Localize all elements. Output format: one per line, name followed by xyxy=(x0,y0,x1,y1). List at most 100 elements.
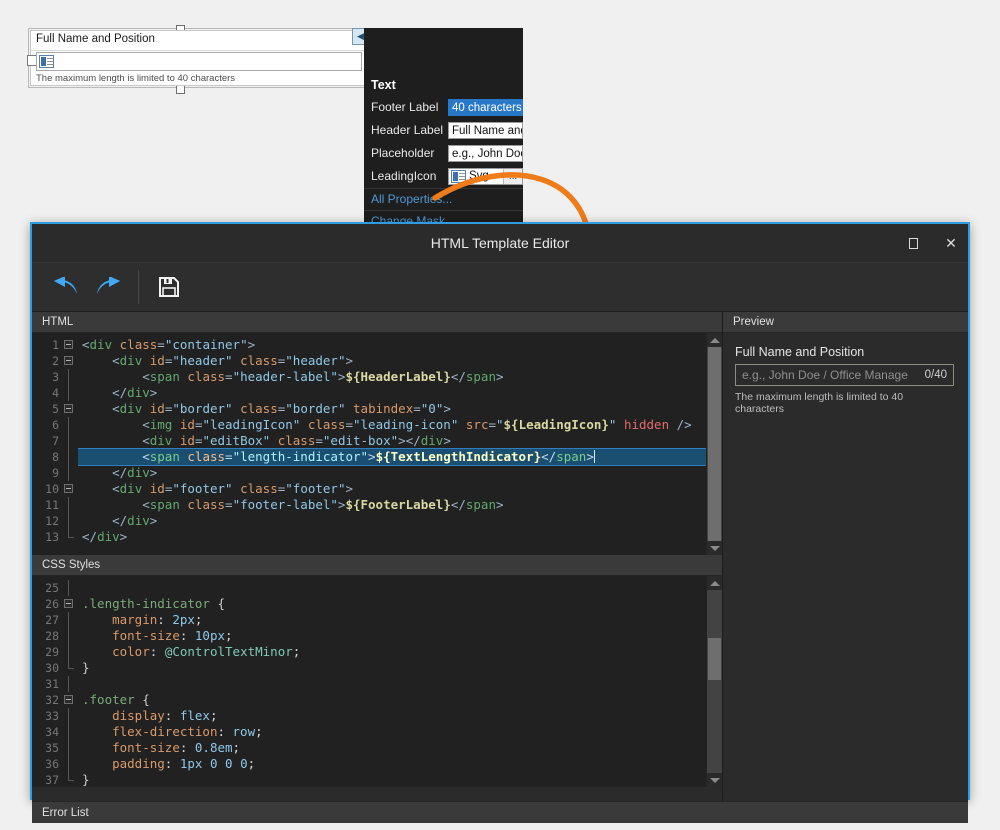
error-list-label: Error List xyxy=(42,807,89,819)
fold-collapse-icon[interactable] xyxy=(64,599,73,608)
fold-marker[interactable] xyxy=(62,353,78,369)
css-fold-markers[interactable] xyxy=(62,576,78,787)
code-line[interactable]: <div id="header" class="header"> xyxy=(78,353,706,369)
fold-marker xyxy=(62,385,78,401)
designer-control[interactable]: Full Name and Position The maximum lengt… xyxy=(30,30,366,86)
css-line-numbers: 25262728293031323334353637 xyxy=(32,576,62,787)
code-line[interactable]: flex-direction: row; xyxy=(78,724,706,740)
control-input-field[interactable] xyxy=(36,52,362,71)
scroll-up-icon[interactable] xyxy=(707,576,722,590)
fold-guide xyxy=(68,580,69,596)
fold-end-icon xyxy=(68,772,74,781)
css-scrollbar[interactable] xyxy=(706,576,722,787)
property-value-icon-picker[interactable]: Svg ... xyxy=(448,168,523,185)
code-line[interactable]: <span class="header-label">${HeaderLabel… xyxy=(78,369,706,385)
property-row-placeholder[interactable]: Placeholder e.g., John Doe xyxy=(364,142,523,164)
fold-collapse-icon[interactable] xyxy=(64,484,73,493)
code-line[interactable] xyxy=(78,676,706,692)
fold-marker[interactable] xyxy=(62,692,78,708)
code-line[interactable]: </div> xyxy=(78,529,706,545)
code-line[interactable]: <div id="footer" class="footer"> xyxy=(78,481,706,497)
window-title-bar[interactable]: HTML Template Editor ✕ xyxy=(32,224,968,262)
property-row-footer-label[interactable]: Footer Label 40 characters xyxy=(364,96,523,118)
property-label: Header Label xyxy=(364,123,448,137)
editor-panes: HTML 12345678910111213 <div class="conta… xyxy=(32,312,968,801)
fold-guide xyxy=(68,740,69,756)
code-line[interactable]: display: flex; xyxy=(78,708,706,724)
preview-length-indicator: 0/40 xyxy=(925,369,947,381)
fold-marker xyxy=(62,644,78,660)
code-line[interactable]: <div id="editBox" class="edit-box"></div… xyxy=(78,433,706,449)
css-pane-header: CSS Styles xyxy=(32,555,722,576)
code-line[interactable]: </div> xyxy=(78,385,706,401)
code-line[interactable]: <img id="leadingIcon" class="leading-ico… xyxy=(78,417,706,433)
code-line[interactable]: font-size: 0.8em; xyxy=(78,740,706,756)
scroll-down-icon[interactable] xyxy=(707,541,722,555)
html-code-content[interactable]: <div class="container"> <div id="header"… xyxy=(78,333,706,555)
html-fold-markers[interactable] xyxy=(62,333,78,555)
css-code-content[interactable]: .length-indicator { margin: 2px; font-si… xyxy=(78,576,706,787)
code-line[interactable]: </div> xyxy=(78,513,706,529)
fold-collapse-icon[interactable] xyxy=(64,695,73,704)
scroll-up-icon[interactable] xyxy=(707,333,722,347)
scrollbar-track[interactable] xyxy=(707,347,722,541)
fold-marker[interactable] xyxy=(62,401,78,417)
css-code-editor[interactable]: 25262728293031323334353637 .length-indic… xyxy=(32,576,722,787)
property-value-input[interactable]: Full Name and xyxy=(448,122,523,139)
fold-guide xyxy=(68,756,69,772)
preview-input-field[interactable]: e.g., John Doe / Office Manage 0/40 xyxy=(735,364,954,386)
line-number: 37 xyxy=(32,772,62,788)
fold-guide xyxy=(68,433,69,449)
preview-footer-label: The maximum length is limited to 40 char… xyxy=(735,391,954,415)
code-line[interactable]: } xyxy=(78,660,706,676)
fold-marker[interactable] xyxy=(62,337,78,353)
floppy-disk-icon xyxy=(158,276,180,298)
undo-button[interactable] xyxy=(46,268,86,306)
code-line[interactable]: </div> xyxy=(78,465,706,481)
code-line[interactable]: .footer { xyxy=(78,692,706,708)
redo-button[interactable] xyxy=(88,268,128,306)
property-row-header-label[interactable]: Header Label Full Name and xyxy=(364,119,523,141)
property-value-input[interactable]: e.g., John Doe xyxy=(448,145,523,162)
icon-browse-button[interactable]: ... xyxy=(503,169,522,184)
fold-marker xyxy=(62,369,78,385)
code-line[interactable]: .length-indicator { xyxy=(78,596,706,612)
scrollbar-thumb[interactable] xyxy=(708,347,721,541)
all-properties-link[interactable]: All Properties... xyxy=(371,188,521,210)
code-line[interactable]: font-size: 10px; xyxy=(78,628,706,644)
code-line[interactable]: color: @ControlTextMinor; xyxy=(78,644,706,660)
scroll-down-icon[interactable] xyxy=(707,773,722,787)
maximize-button[interactable] xyxy=(904,238,922,249)
fold-marker xyxy=(62,580,78,596)
line-number: 6 xyxy=(32,417,62,433)
fold-guide xyxy=(68,369,69,385)
fold-collapse-icon[interactable] xyxy=(64,404,73,413)
code-line[interactable]: <div class="container"> xyxy=(78,337,706,353)
code-line[interactable]: <div id="border" class="border" tabindex… xyxy=(78,401,706,417)
line-number: 36 xyxy=(32,756,62,772)
fold-marker[interactable] xyxy=(62,596,78,612)
code-line[interactable]: margin: 2px; xyxy=(78,612,706,628)
scrollbar-track[interactable] xyxy=(707,590,722,773)
resize-handle-bottom[interactable] xyxy=(176,85,185,94)
code-line[interactable]: padding: 1px 0 0 0; xyxy=(78,756,706,772)
html-line-numbers: 12345678910111213 xyxy=(32,333,62,555)
save-button[interactable] xyxy=(149,268,189,306)
error-list-panel[interactable]: Error List xyxy=(32,801,968,823)
html-code-editor[interactable]: 12345678910111213 <div class="container"… xyxy=(32,333,722,555)
property-row-leading-icon[interactable]: LeadingIcon Svg ... xyxy=(364,165,523,187)
code-line[interactable]: <span class="footer-label">${FooterLabel… xyxy=(78,497,706,513)
code-line[interactable]: <span class="length-indicator">${TextLen… xyxy=(78,449,706,465)
code-line[interactable]: } xyxy=(78,772,706,787)
fold-marker xyxy=(62,660,78,676)
property-value-input[interactable]: 40 characters xyxy=(448,99,523,116)
html-scrollbar[interactable] xyxy=(706,333,722,555)
fold-marker[interactable] xyxy=(62,481,78,497)
fold-collapse-icon[interactable] xyxy=(64,340,73,349)
fold-collapse-icon[interactable] xyxy=(64,356,73,365)
scrollbar-thumb[interactable] xyxy=(708,638,721,680)
close-button[interactable]: ✕ xyxy=(942,235,960,252)
html-template-editor-window: HTML Template Editor ✕ xyxy=(30,222,970,800)
code-line[interactable] xyxy=(78,580,706,596)
line-number: 3 xyxy=(32,369,62,385)
